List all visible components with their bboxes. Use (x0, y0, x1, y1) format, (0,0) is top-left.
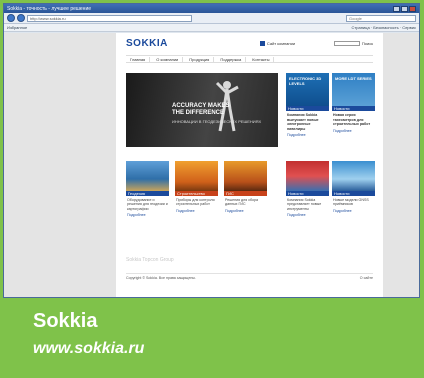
menu-item-about[interactable]: О компании (152, 56, 184, 62)
side-promo-2[interactable]: MORE LDT SERIES Новости Новая серия тахе… (332, 73, 375, 133)
close-icon[interactable] (409, 5, 416, 12)
minimize-icon[interactable] (393, 5, 400, 12)
card-link[interactable]: Подробнее (332, 209, 375, 213)
maximize-icon[interactable] (401, 5, 408, 12)
window-titlebar: Sokkia - точность - лучшее решение (4, 4, 419, 13)
card-image (332, 161, 375, 191)
menu-item-contacts[interactable]: Контакты (248, 56, 275, 62)
site-search: Поиск (333, 40, 373, 46)
side-promo-text: Новая серия тахеометров для строительных… (333, 113, 371, 126)
magazine-frame: Sokkia - точность - лучшее решение http:… (0, 0, 424, 378)
card-text: Оборудование и решения для геодезии и ка… (127, 198, 168, 211)
side-promo-caption: ELECTRONIC 3D LEVELS (289, 76, 322, 86)
category-card-4[interactable]: Новости Компания Sokkia представляет нов… (286, 161, 329, 217)
side-promo-text: Компания Sokkia выпускает новые электрон… (287, 113, 319, 131)
side-promo-link[interactable]: Подробнее (332, 129, 375, 133)
card-text: Новые модели GNSS приёмников (333, 198, 369, 207)
menu-item-home[interactable]: Главная (126, 56, 151, 62)
card-image (175, 161, 218, 191)
card-text: Приборы для контроля строительных работ (176, 198, 215, 207)
card-link[interactable]: Подробнее (175, 209, 218, 213)
footer-copyright: Copyright © Sokkia. Все права защищены. (126, 276, 196, 280)
back-button[interactable] (7, 14, 15, 22)
category-card-3[interactable]: ГИС Решения для сбора данных ГИС Подробн… (224, 161, 267, 213)
browser-window: Sokkia - точность - лучшее решение http:… (3, 3, 420, 298)
footer-title: Sokkia Topcon Group (126, 257, 174, 263)
footer-link[interactable]: О сайте (360, 276, 373, 280)
header-link-label: Сайт компании (266, 40, 296, 46)
window-controls (393, 5, 416, 12)
hero-subline: ИННОВАЦИИ В ГЕОДЕЗИЧЕСКИХ РЕШЕНИЯХ (172, 119, 262, 124)
window-title: Sokkia - точность - лучшее решение (7, 5, 92, 12)
category-card-5[interactable]: Новости Новые модели GNSS приёмников Под… (332, 161, 375, 213)
hero-banner[interactable]: ACCURACY MAKES THE DIFFERENCE ИННОВАЦИИ … (126, 73, 278, 147)
caption-brand: Sokkia (33, 310, 98, 332)
card-text: Компания Sokkia представляет новые инстр… (287, 198, 322, 211)
address-bar[interactable]: http://www.sokkia.ru (27, 14, 192, 22)
card-image (126, 161, 169, 191)
card-text: Решения для сбора данных ГИС (225, 198, 259, 207)
side-promo-link[interactable]: Подробнее (286, 133, 329, 137)
side-promo-1[interactable]: ELECTRONIC 3D LEVELS Новости Компания So… (286, 73, 329, 137)
site-footer: Copyright © Sokkia. Все права защищены. … (126, 273, 373, 280)
favorites-bar: Избранное Страница · Безопасность · Серв… (4, 24, 419, 32)
card-image (286, 161, 329, 191)
site-logo[interactable]: SOKKIA (126, 38, 168, 49)
menu-item-products[interactable]: Продукция (185, 56, 215, 62)
forward-button[interactable] (17, 14, 25, 22)
side-promo-image: MORE LDT SERIES (332, 73, 375, 106)
category-card-1[interactable]: Геодезия Оборудование и решения для геод… (126, 161, 169, 217)
hero-headline: ACCURACY MAKES THE DIFFERENCE (172, 103, 230, 116)
browser-viewport: SOKKIA Сайт компании Поиск Главная О ком… (4, 33, 419, 297)
menu-item-support[interactable]: Поддержка (216, 56, 247, 62)
site-header: SOKKIA Сайт компании Поиск (116, 33, 383, 53)
card-link[interactable]: Подробнее (224, 209, 267, 213)
card-link[interactable]: Подробнее (126, 213, 169, 217)
browser-search-input[interactable]: Google (346, 14, 416, 22)
side-promo-image: ELECTRONIC 3D LEVELS (286, 73, 329, 106)
category-card-2[interactable]: Строительство Приборы для контроля строи… (175, 161, 218, 213)
navigation-bar: http://www.sokkia.ru Google (4, 13, 419, 24)
site-search-input[interactable] (333, 40, 360, 46)
card-link[interactable]: Подробнее (286, 213, 329, 217)
web-page: SOKKIA Сайт компании Поиск Главная О ком… (116, 33, 383, 297)
side-promo-caption: MORE LDT SERIES (335, 76, 372, 81)
card-image (224, 161, 267, 191)
command-bar[interactable]: Страница · Безопасность · Сервис (352, 25, 416, 30)
main-menu: Главная О компании Продукция Поддержка К… (126, 55, 373, 63)
header-link[interactable]: Сайт компании (259, 40, 296, 46)
favorites-button[interactable]: Избранное (7, 25, 27, 30)
caption-url: www.sokkia.ru (33, 340, 145, 357)
site-search-button[interactable]: Поиск (362, 41, 373, 46)
header-link-icon (259, 40, 265, 46)
caption-panel: Sokkia www.sokkia.ru (0, 298, 424, 378)
